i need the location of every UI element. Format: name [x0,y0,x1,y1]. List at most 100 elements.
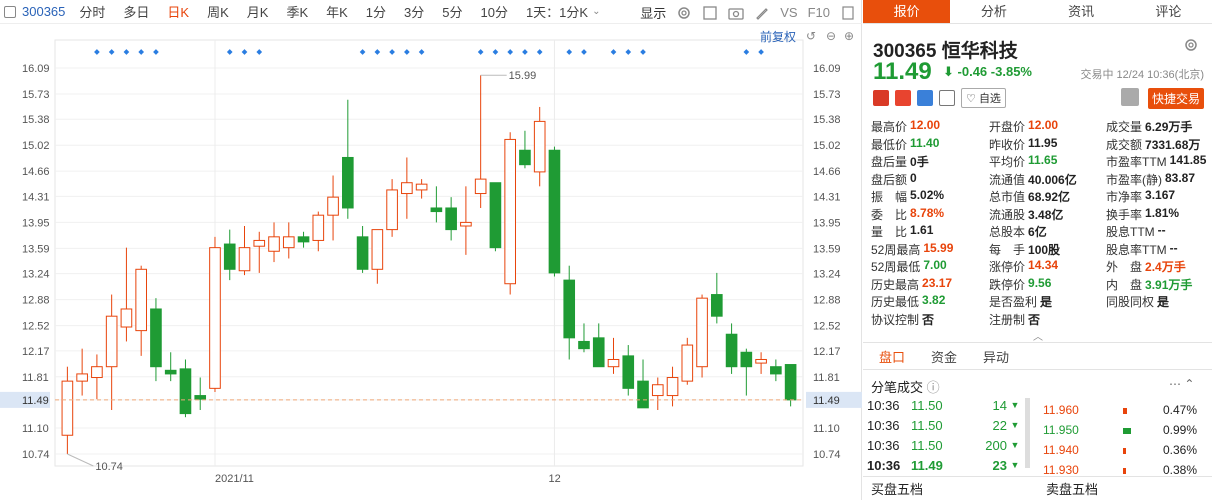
period-jik[interactable]: 季K [286,2,308,21]
y-tick-label-right: 13.59 [813,243,841,255]
zoom-in-icon[interactable]: ⊕ [844,29,854,43]
candle-body [371,229,384,270]
quick-trade-button[interactable]: 快捷交易 [1148,88,1205,109]
trade-price: 11.50 [911,397,943,413]
candle-body [578,340,590,350]
scrollbar[interactable] [1025,398,1030,468]
period-zhouk[interactable]: 周K [207,2,229,21]
period-1min[interactable]: 1分 [366,2,386,21]
period-duori[interactable]: 多日 [123,2,149,21]
tab-news[interactable]: 资讯 [1038,0,1125,23]
checkbox-icon[interactable] [4,5,16,18]
runner-icon[interactable] [895,90,911,106]
change-value: -0.46 [957,64,988,79]
event-marker [108,49,115,55]
collapse-icon[interactable]: ⌃ [1184,377,1194,391]
sell-arrow-icon: ▼ [1010,460,1020,470]
chevron-up-icon[interactable]: ︿ [1033,328,1043,343]
stats-row: 盘后量 0手 平均价 11.65 市盈率TTM 141.85 [871,153,1209,171]
panel-toggle-icon[interactable] [840,5,856,21]
sell-arrow-icon: ▼ [1010,440,1020,450]
gear-icon[interactable] [676,5,692,21]
stat-value: -- [1169,240,1178,255]
period-fenshi[interactable]: 分时 [79,2,105,21]
tab-pankou[interactable]: 盘口 [879,347,905,366]
event-marker [389,49,395,55]
period-3min[interactable]: 3分 [404,2,424,21]
kline-chart[interactable]: 16.09 16.09 15.73 15.73 15.38 15.38 15.02 15.02… [0,24,862,500]
stat-cell: 外 盘 2.4万手 [1106,258,1209,275]
level-price: 11.960 [1043,403,1079,417]
y-tick-label-left: 15.38 [22,114,50,126]
level-pct: 0.99% [1162,423,1197,437]
stat-value: 5.02% [910,188,945,203]
min-price-leader [67,453,94,467]
y-tick-label-right: 10.74 [813,449,841,461]
stat-label: 历史最高 [871,277,920,292]
trade-time: 10:36 [867,397,900,413]
level-pct: 0.38% [1162,463,1197,477]
change-pct: -3.85% [990,64,1032,79]
period-niank[interactable]: 年K [326,2,348,21]
period-yuek[interactable]: 月K [247,2,269,21]
gear-icon[interactable] [1184,38,1198,55]
china-flag-icon[interactable] [873,90,889,106]
candle-body [592,337,605,368]
event-marker [226,49,233,55]
tab-zijin[interactable]: 资金 [931,347,957,366]
trade-row: 10:36 11.50 22 ▼ [867,415,1032,435]
buy-five-label: 买盘五档 [871,482,924,497]
stat-value: 40.006亿 [1028,172,1077,187]
stat-label: 盘后量 [871,155,908,170]
stat-cell: 盘后量 0手 [871,153,989,170]
square-icon[interactable] [702,5,718,21]
level-bar-fill [1123,468,1127,474]
display-menu[interactable]: 显示 [640,3,666,22]
stat-cell: 52周最低 7.00 [871,258,989,275]
chevron-down-icon[interactable]: ⌄ [592,6,600,17]
y-tick-label-right: 12.17 [813,346,841,358]
y-tick-label-left: 14.66 [22,166,50,178]
period-10min[interactable]: 10分 [480,2,507,21]
heart-icon: ♡ [966,93,976,105]
trade-price: 11.50 [911,417,943,433]
stat-cell: 流通值 40.006亿 [989,171,1106,188]
info-icon[interactable]: ⓘ [927,380,940,395]
tab-quote[interactable]: 报价 [863,0,951,23]
stats-grid: 最高价 12.00 开盘价 12.00 成交量 6.29万手 最低价 11.40 昨收价 11.9… [871,118,1209,328]
period-1day-1min[interactable]: 1天：1分K [526,2,588,21]
stat-value: 6.29万手 [1145,120,1193,135]
stat-label: 总股本 [989,225,1026,240]
y-tick-label-left: 12.17 [22,346,50,358]
stat-label: 内 盘 [1106,277,1143,292]
y-tick-label-left: 12.88 [22,295,50,307]
tab-comments[interactable]: 评论 [1125,0,1212,23]
candle-body [666,377,679,397]
zoom-out-icon[interactable]: ⊖ [826,29,836,43]
y-tick-label-right: 15.38 [813,114,841,126]
stat-value: -- [1157,223,1166,238]
down-arrow-icon: ⬇ [943,64,954,79]
stat-cell: 每 手 100股 [989,241,1106,258]
tab-yidong[interactable]: 异动 [983,347,1009,366]
stat-value: 12.00 [910,118,941,133]
period-5min[interactable]: 5分 [442,2,462,21]
stat-cell: 协议控制否 [871,311,989,328]
f10-button[interactable]: F10 [808,5,830,20]
x-tick-label: 2021/11 [215,473,254,485]
add-watchlist-button[interactable]: ♡ 自选 [961,88,1006,108]
stat-value: 3.48亿 [1028,207,1064,222]
stock-code-selector[interactable]: 300365 [4,4,65,19]
undo-icon[interactable]: ↺ [806,29,816,43]
more-icon[interactable]: ⋯ [1169,377,1181,391]
fq-toggle[interactable]: 前复权 [760,28,796,45]
tab-analysis[interactable]: 分析 [950,0,1037,23]
vs-button[interactable]: VS [780,5,797,20]
doc-icon[interactable] [939,90,955,106]
pen-icon[interactable] [754,5,770,21]
tag-icon[interactable] [917,90,933,106]
bell-icon[interactable] [1121,88,1139,106]
period-rik[interactable]: 日K [167,2,189,21]
candle-body [504,138,516,285]
camera-icon[interactable] [728,5,744,21]
